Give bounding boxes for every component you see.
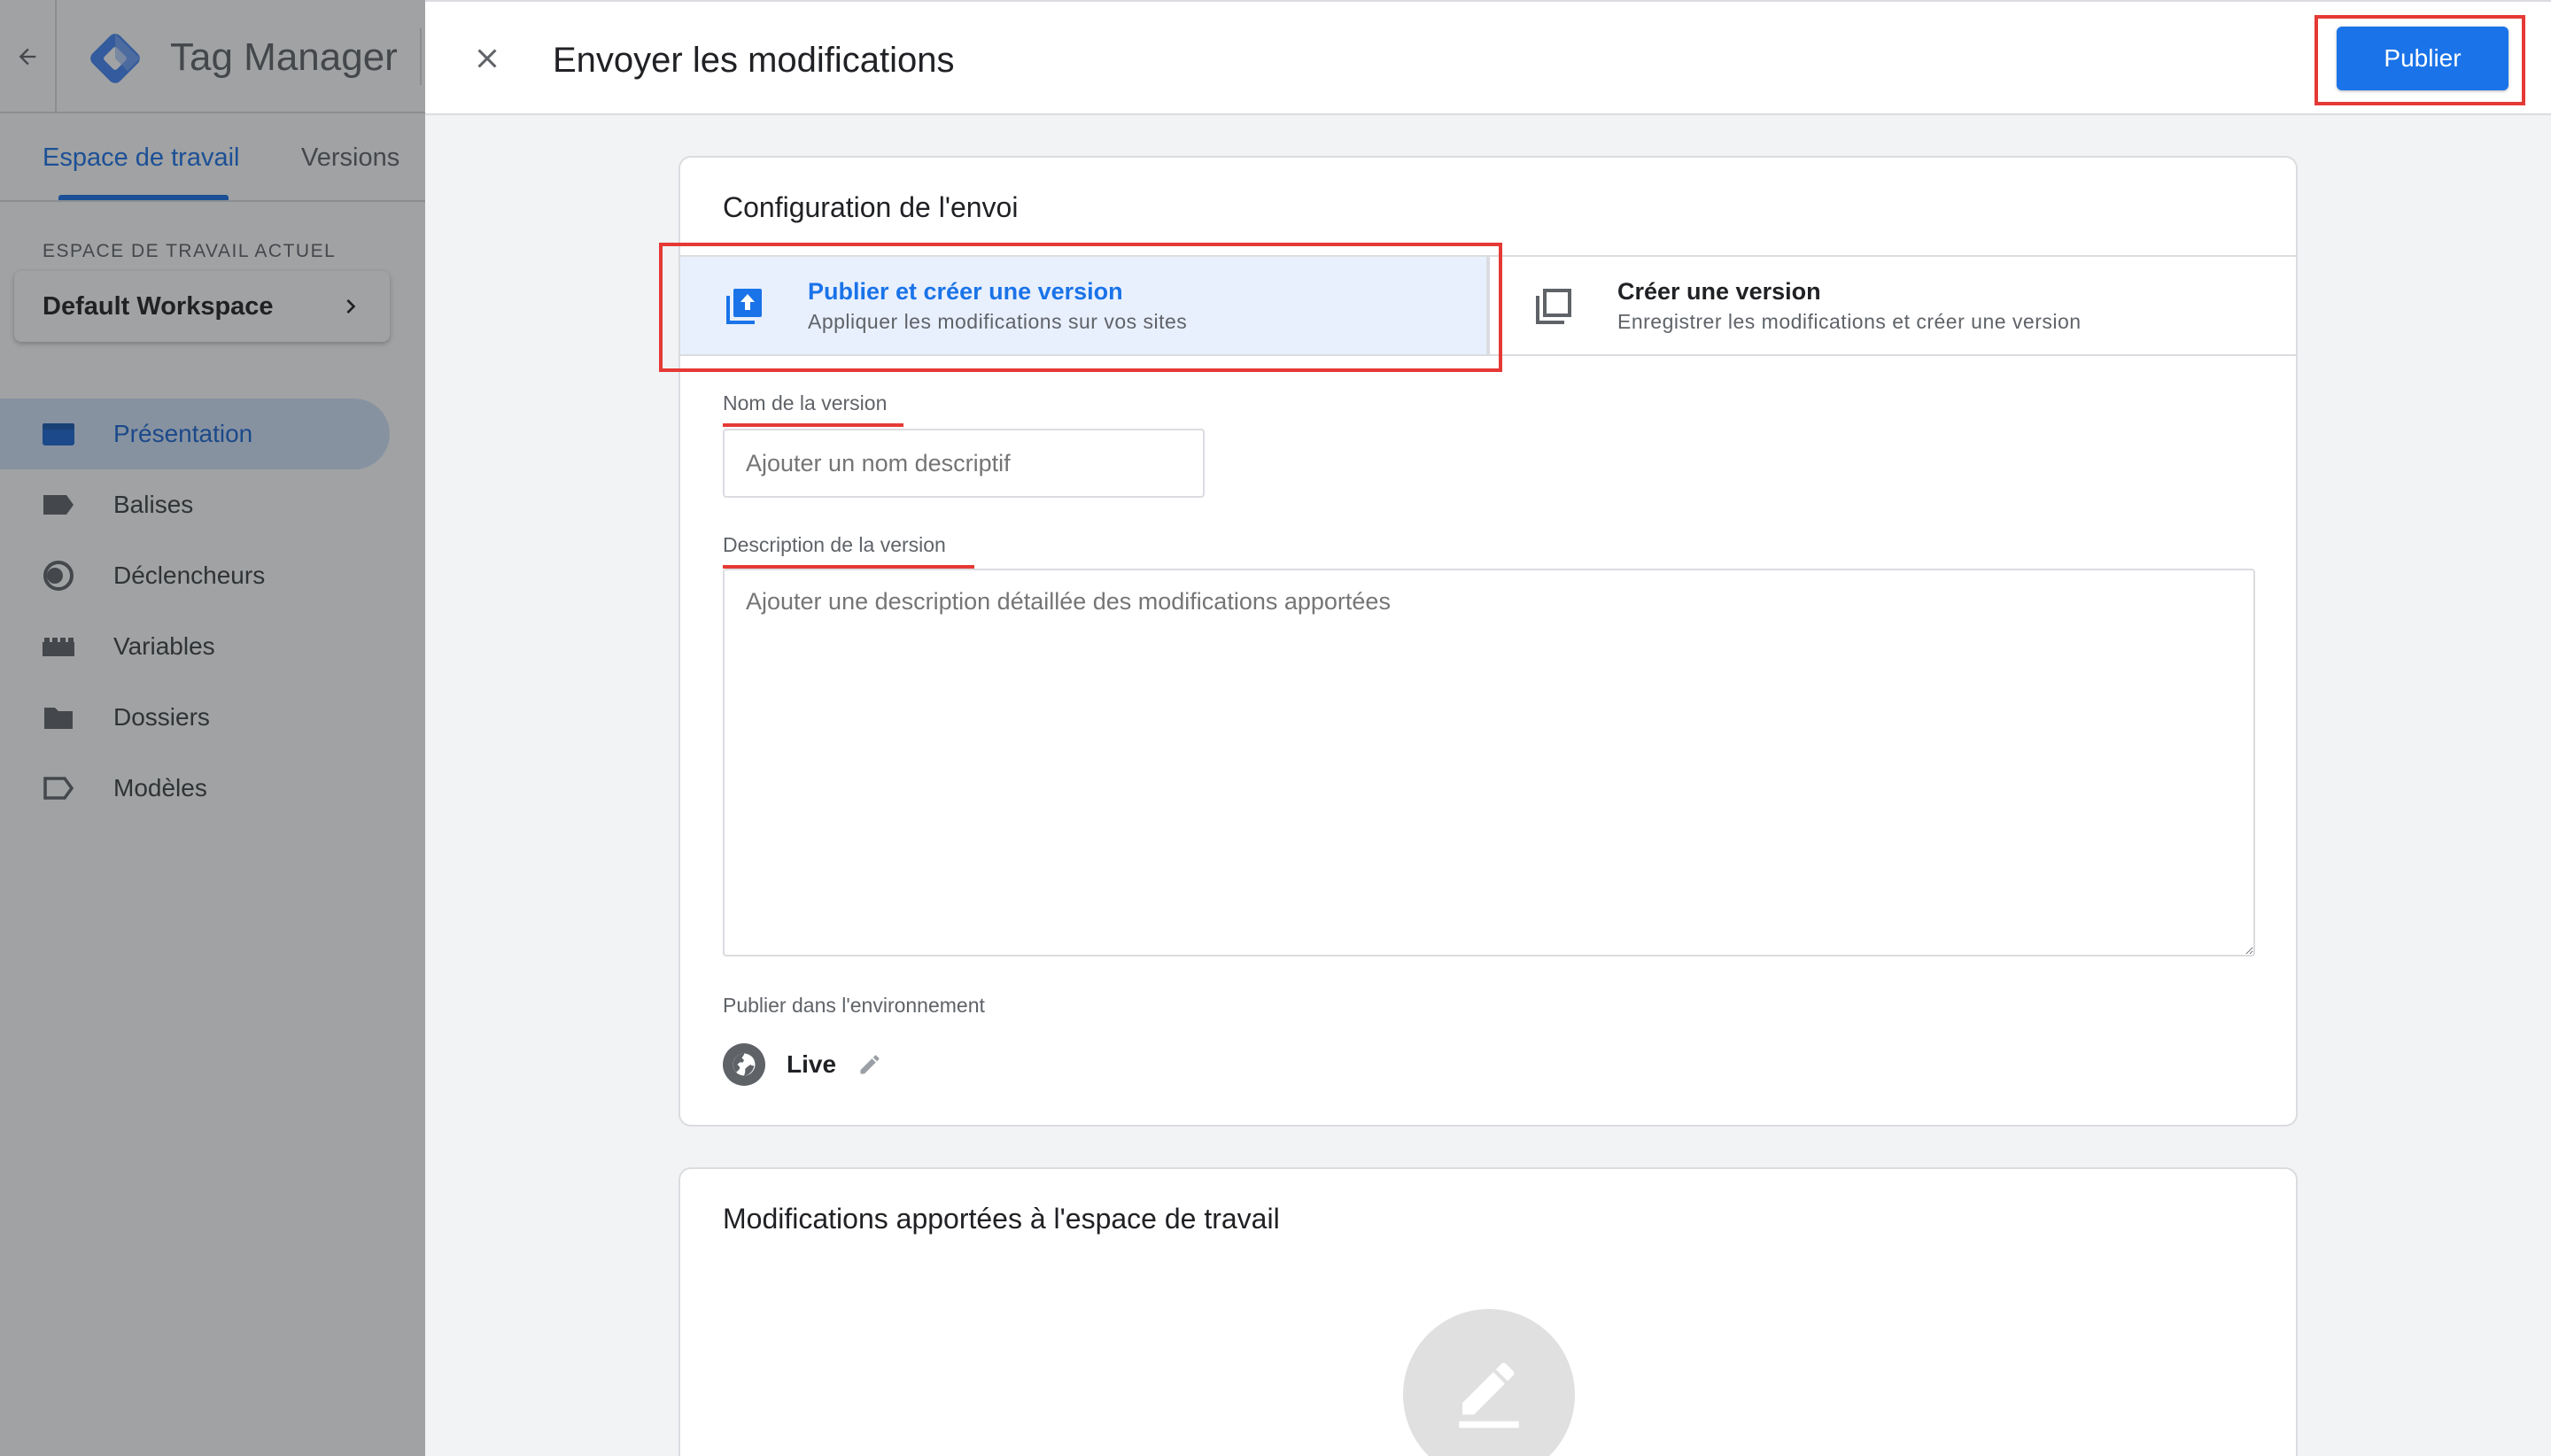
- close-icon: [477, 49, 497, 68]
- empty-state-illustration: [1403, 1309, 1575, 1456]
- option-create-version[interactable]: Créer une version Enregistrer les modifi…: [1488, 255, 2298, 356]
- pencil-icon: [860, 1055, 880, 1074]
- option-subtitle: Enregistrer les modifications et créer u…: [1617, 310, 2082, 333]
- workspace-changes-card: Modifications apportées à l'espace de tr…: [678, 1167, 2298, 1456]
- version-description-label: Description de la version: [723, 533, 946, 556]
- version-description-textarea[interactable]: [723, 569, 2255, 956]
- panel-title: Envoyer les modifications: [553, 41, 955, 80]
- config-card-title: Configuration de l'envoi: [723, 191, 1019, 223]
- environment-label: Publier dans l'environnement: [723, 994, 985, 1017]
- panel-header: Envoyer les modifications Publier: [425, 0, 2551, 115]
- edit-environment-button[interactable]: [854, 1049, 886, 1080]
- changes-card-title: Modifications apportées à l'espace de tr…: [723, 1203, 1280, 1235]
- submission-config-card: Configuration de l'envoi Publier et crée…: [659, 156, 2298, 1127]
- copy-version-icon: [1532, 285, 1575, 328]
- option-title: Créer une version: [1617, 278, 1821, 305]
- version-name-input[interactable]: [723, 429, 1205, 498]
- version-name-label: Nom de la version: [723, 391, 888, 414]
- modal-scrim[interactable]: [0, 0, 425, 1456]
- publish-option-highlight: [659, 243, 1502, 372]
- submit-changes-panel: Envoyer les modifications Publier Config…: [425, 0, 2551, 1456]
- close-button[interactable]: [469, 41, 505, 76]
- globe-icon: [723, 1043, 765, 1086]
- pencil-icon: [1459, 1362, 1519, 1429]
- environment-name: Live: [787, 1050, 837, 1078]
- publish-button[interactable]: Publier: [2337, 27, 2508, 90]
- version-name-label-underline: [723, 423, 903, 427]
